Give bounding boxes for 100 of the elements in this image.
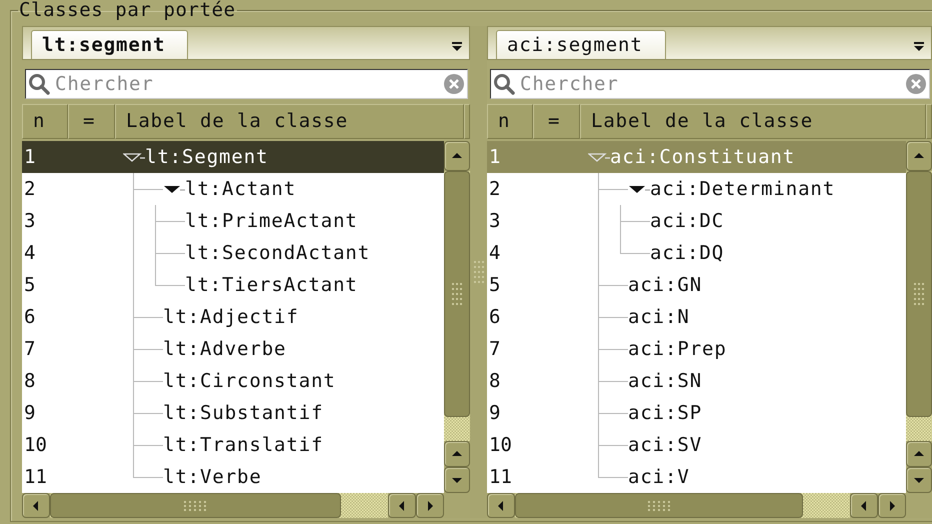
tree-item-label: aci:GN bbox=[628, 273, 702, 298]
row-number: 8 bbox=[488, 369, 502, 394]
tree-item-label: aci:SP bbox=[628, 401, 702, 426]
tree-row[interactable]: 7 aci:Prep bbox=[487, 333, 906, 365]
column-header[interactable]: = bbox=[68, 104, 115, 139]
row-number: 6 bbox=[488, 305, 502, 330]
tree-item-label: lt:Adverbe bbox=[163, 337, 286, 362]
tree-item-label: lt:Verbe bbox=[163, 465, 262, 490]
tree-row[interactable]: 1 lt:Segment bbox=[22, 141, 444, 173]
tree-item-label: aci:SN bbox=[628, 369, 702, 394]
scroll-left-button[interactable] bbox=[850, 493, 878, 518]
tree-item-label: aci:DC bbox=[650, 209, 724, 234]
clear-icon[interactable] bbox=[905, 73, 927, 95]
row-number: 2 bbox=[488, 177, 502, 202]
tree-row[interactable]: 5 aci:GN bbox=[487, 269, 906, 301]
column-header[interactable]: = bbox=[533, 104, 580, 139]
row-number: 9 bbox=[488, 401, 502, 426]
scroll-up-button[interactable] bbox=[906, 141, 932, 171]
tree-row[interactable]: 7 lt:Adverbe bbox=[22, 333, 444, 365]
tree-item-label: lt:Circonstant bbox=[163, 369, 336, 394]
tree-item-label: aci:Prep bbox=[628, 337, 727, 362]
clear-icon[interactable] bbox=[443, 73, 465, 95]
tree-item-label: aci:DQ bbox=[650, 241, 724, 266]
scroll-right-button[interactable] bbox=[416, 493, 444, 518]
row-number: 11 bbox=[23, 465, 48, 490]
collapse-triangle-icon[interactable] bbox=[163, 183, 185, 195]
row-number: 2 bbox=[23, 177, 36, 202]
tree-item-label: lt:Adjectif bbox=[163, 305, 299, 330]
scroll-down-button[interactable] bbox=[906, 467, 932, 493]
tree-item-label: aci:V bbox=[628, 465, 690, 490]
row-number: 10 bbox=[23, 433, 48, 458]
scroll-up-button[interactable] bbox=[906, 441, 932, 467]
row-number: 1 bbox=[23, 145, 36, 170]
tree-item-label: lt:Segment bbox=[145, 145, 268, 170]
tree-row[interactable]: 6 aci:N bbox=[487, 301, 906, 333]
row-number: 6 bbox=[23, 305, 36, 330]
tree-item-label: lt:PrimeActant bbox=[185, 209, 358, 234]
tree-row[interactable]: 9 lt:Substantif bbox=[22, 397, 444, 429]
tree-row[interactable]: 6 lt:Adjectif bbox=[22, 301, 444, 333]
row-number: 5 bbox=[23, 273, 36, 298]
collapse-triangle-icon[interactable] bbox=[628, 183, 650, 195]
row-number: 8 bbox=[23, 369, 36, 394]
row-number: 9 bbox=[23, 401, 36, 426]
row-number: 7 bbox=[23, 337, 36, 362]
scroll-left-button[interactable] bbox=[388, 493, 416, 518]
tree-item-label: aci:Constituant bbox=[610, 145, 796, 170]
tree-row[interactable]: 10 lt:Translatif bbox=[22, 429, 444, 461]
tree-row[interactable]: 9 aci:SP bbox=[487, 397, 906, 429]
tree-row[interactable]: 10 aci:SV bbox=[487, 429, 906, 461]
tab-menu-icon[interactable] bbox=[913, 40, 925, 52]
tree-row[interactable]: 2 lt:Actant bbox=[22, 173, 444, 205]
row-number: 7 bbox=[488, 337, 502, 362]
tree-row[interactable]: 5 lt:TiersActant bbox=[22, 269, 444, 301]
tree-row[interactable]: 4 lt:SecondActant bbox=[22, 237, 444, 269]
search-field[interactable]: Chercher bbox=[490, 69, 930, 99]
tree-row[interactable]: 11 aci:V bbox=[487, 461, 906, 493]
column-header[interactable]: n bbox=[22, 104, 68, 139]
tab-menu-icon[interactable] bbox=[451, 40, 463, 52]
row-number: 10 bbox=[488, 433, 513, 458]
tree-item-label: aci:N bbox=[628, 305, 690, 330]
scroll-up-button[interactable] bbox=[444, 441, 470, 467]
tree-item-label: lt:Actant bbox=[185, 177, 296, 202]
column-header[interactable]: n bbox=[487, 104, 533, 139]
tree-item-label: lt:Substantif bbox=[163, 401, 324, 426]
row-number: 3 bbox=[23, 209, 36, 234]
row-number: 3 bbox=[488, 209, 502, 234]
group-title: Classes par portée bbox=[18, 0, 237, 20]
scroll-down-button[interactable] bbox=[444, 467, 470, 493]
tree-row[interactable]: 3 aci:DC bbox=[487, 205, 906, 237]
scroll-left-button[interactable] bbox=[487, 493, 515, 518]
tree-row[interactable]: 8 aci:SN bbox=[487, 365, 906, 397]
tab[interactable]: lt:segment bbox=[31, 30, 188, 59]
collapse-triangle-icon[interactable] bbox=[123, 151, 145, 163]
tree-row[interactable]: 2 aci:Determinant bbox=[487, 173, 906, 205]
row-number: 4 bbox=[23, 241, 36, 266]
tree-item-label: aci:Determinant bbox=[650, 177, 836, 202]
tree-item-label: aci:SV bbox=[628, 433, 702, 458]
grip-icon bbox=[182, 498, 208, 512]
search-field[interactable]: Chercher bbox=[25, 69, 468, 99]
grip-icon bbox=[450, 281, 464, 307]
scroll-up-button[interactable] bbox=[444, 141, 470, 171]
grip-icon bbox=[912, 281, 926, 307]
row-number: 11 bbox=[488, 465, 513, 490]
tab[interactable]: aci:segment bbox=[496, 30, 666, 59]
tree-row[interactable]: 4 aci:DQ bbox=[487, 237, 906, 269]
row-number: 1 bbox=[488, 145, 502, 170]
grip-icon bbox=[472, 259, 486, 285]
tree-row[interactable]: 3 lt:PrimeActant bbox=[22, 205, 444, 237]
row-number: 4 bbox=[488, 241, 502, 266]
scroll-right-button[interactable] bbox=[878, 493, 906, 518]
tree-row[interactable]: 11 lt:Verbe bbox=[22, 461, 444, 493]
tree-item-label: lt:Translatif bbox=[163, 433, 324, 458]
row-number: 5 bbox=[488, 273, 502, 298]
column-header[interactable]: Label de la classe bbox=[580, 104, 926, 139]
grip-icon bbox=[646, 498, 672, 512]
tree-row[interactable]: 8 lt:Circonstant bbox=[22, 365, 444, 397]
scroll-left-button[interactable] bbox=[22, 493, 50, 518]
column-header[interactable]: Label de la classe bbox=[115, 104, 464, 139]
tree-item-label: lt:TiersActant bbox=[185, 273, 358, 298]
tree-item-label: lt:SecondActant bbox=[185, 241, 370, 266]
